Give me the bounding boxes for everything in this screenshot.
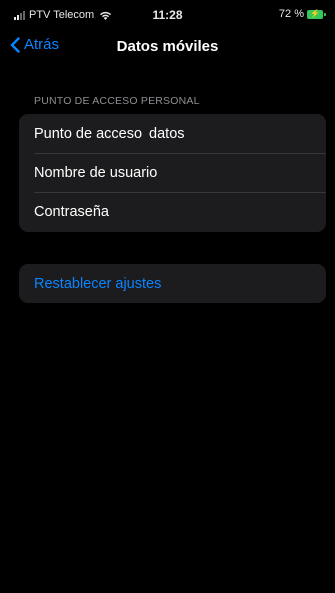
reset-settings-button[interactable]: Restablecer ajustes — [19, 264, 326, 303]
status-right: 72 % ⚡ — [278, 8, 326, 20]
navigation-bar: Atrás Datos móviles — [0, 30, 335, 64]
password-label: Contraseña — [34, 203, 109, 220]
battery-charging-icon: ⚡ — [307, 9, 326, 19]
apn-label: Punto de acceso — [34, 125, 143, 142]
password-field[interactable]: Contraseña — [19, 192, 326, 231]
hotspot-settings-group: Punto de acceso datos Nombre de usuario … — [19, 114, 326, 232]
apn-field[interactable]: Punto de acceso datos — [19, 114, 326, 153]
reset-group: Restablecer ajustes — [19, 264, 326, 303]
status-bar: PTV Telecom 11:28 72 % ⚡ — [0, 0, 335, 26]
battery-percentage: 72 % — [278, 8, 304, 20]
username-label: Nombre de usuario — [34, 164, 158, 181]
page-title: Datos móviles — [116, 38, 219, 55]
section-header-hotspot: PUNTO DE ACCESO PERSONAL — [34, 95, 200, 107]
username-field[interactable]: Nombre de usuario — [19, 153, 326, 192]
apn-value: datos — [149, 125, 185, 142]
